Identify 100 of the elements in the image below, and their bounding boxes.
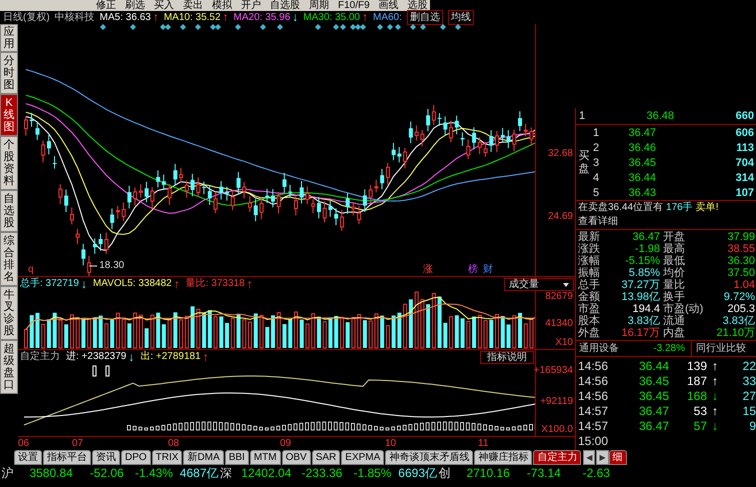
side-tab[interactable]: 自选股 [0,190,18,232]
index-change: -52.06 [88,466,124,480]
notice-text: 在卖盘36.44位置有 [578,201,664,215]
scroll-button[interactable]: ▶ [596,450,609,465]
indicator-tab[interactable]: 新DMA [183,450,224,465]
menu-item[interactable]: 画线 [378,0,399,11]
index-value: 2710.16 [465,466,510,480]
corner-mark: q [28,264,34,275]
tick-price: 36.44 [638,358,669,372]
side-tab[interactable]: 分时图 [0,52,18,94]
volume-reading: 量比: 373318 [186,278,245,290]
menu-item[interactable]: 刷选 [125,0,145,11]
tick-count: 15 [742,404,756,418]
index-value: 12402.04 [240,466,292,480]
indicator-tab[interactable]: 资讯 [92,450,120,465]
indicator-tab[interactable]: EXPMA [341,450,384,465]
stat-label: 外盘 [577,327,601,339]
side-tab[interactable]: K线图 [0,94,18,136]
indicator-tab[interactable]: TRIX [152,450,182,465]
event-tag[interactable]: 涨 [423,264,433,275]
ma-reading: MA10: 35.52 [164,11,221,24]
index-name: 创 [437,465,452,481]
stat-label: 换手 [662,291,686,303]
menu-item[interactable]: 周期 [309,0,329,11]
tick-price: 36.47 [638,418,669,432]
event-tag[interactable]: 榜 [468,264,478,275]
volume-dropdown[interactable]: 成交量 [504,278,574,291]
index-name: 深 [218,465,233,481]
tick-arrow: ↓ [711,388,719,402]
tick-volume: 53 [692,404,708,418]
view-details-link[interactable]: 查看详细 [578,215,618,229]
tick-price: 36.45 [638,388,669,402]
tick-arrow: ↓ [711,418,719,432]
date-label: 07 [72,437,84,450]
date-label: 09 [280,437,292,450]
header-button[interactable]: 删自选 [406,10,443,25]
ma-reading: MA5: 36.63 [100,11,151,24]
order-volume: 314 [734,170,755,184]
order-volume: 704 [734,156,755,170]
side-tab[interactable]: 超级盘口 [0,340,18,394]
date-label: 11 [478,437,488,450]
trend-arrow: ↓ [292,11,298,24]
side-tab[interactable]: 牛叉诊股 [0,286,18,340]
indicator-tab[interactable]: BBI [224,450,249,465]
menu-item[interactable]: 修正 [96,0,116,11]
buy-side-label: 买盘 [578,150,590,175]
indicator-tab[interactable]: OBV [282,450,311,465]
stat-value: -5.15% [624,255,661,267]
stat-value: 194.4 [631,303,661,315]
price-axis-label: 24.69 [548,211,573,222]
tick-time: 14:57 [577,418,610,432]
indicator-tab[interactable]: SAR [312,450,340,465]
stat-value: 36.47 [631,231,661,243]
menu-item[interactable]: 选股 [408,0,428,11]
tick-time: 14:56 [577,374,610,388]
order-level: 3 [592,156,600,170]
indicator-axis-label: X100.0 [541,424,573,436]
tick-volume: 139 [686,358,708,372]
order-volume: 113 [735,140,755,154]
order-price: 36.47 [627,126,656,140]
indicator-tab[interactable]: 自定主力 [533,450,582,465]
trend-arrow: ↑ [174,278,180,290]
indicator-tab[interactable]: 设置 [14,450,42,465]
indicator-tab[interactable]: DPO [121,450,151,465]
caret-icon [563,282,569,286]
stat-label: 流通 [662,315,686,327]
tick-time: 14:56 [577,358,610,372]
indicator-tab[interactable]: 神奇谈顶末矛盾线 [385,450,474,465]
indicator-tab[interactable]: MTM [250,450,281,465]
stat-label: 内盘 [662,327,686,339]
order-price: 36.43 [627,186,656,200]
indicator-tab[interactable]: 指标平台 [43,450,91,465]
side-tab[interactable]: 应用 [0,24,18,52]
indicator-help-button[interactable]: 指标说明 [480,351,534,364]
scroll-button[interactable]: ◀ [583,450,596,465]
ma-reading: MA20: 35.96 [234,11,290,24]
side-tab[interactable]: 个股资料 [0,136,18,190]
stat-label: 总手 [577,279,601,291]
order-price: 36.45 [627,156,656,170]
menu-item[interactable]: 自选股 [270,0,300,11]
stat-label: 涨幅 [577,255,601,267]
header-button[interactable]: 均线 [448,10,474,25]
side-tab[interactable]: 综合排名 [0,232,18,286]
stat-value: 3.83亿 [722,315,756,327]
ma-reading: MA30: 35.00 [303,11,360,24]
menu-item[interactable]: 买入 [154,0,174,11]
stat-value: 37.99 [726,231,756,243]
menu-item[interactable]: 卖出 [183,0,203,11]
stat-value: 13.98亿 [620,291,661,303]
index-percent: -1.85% [352,466,392,480]
volume-reading: MAVOL5: 338482 [92,278,172,290]
stat-value: -1.98 [634,243,661,255]
stat-label: 最新 [577,231,601,243]
event-tag[interactable]: 财 [483,264,493,275]
indicator-tab[interactable]: 神赚庄指标 [474,450,532,465]
order-volume: 606 [734,126,755,140]
menu-item[interactable]: F10/F9 [338,0,370,11]
order-volume: 107 [734,186,755,200]
detail-tab[interactable]: 细 [608,450,627,465]
order-volume: 660 [734,109,755,123]
